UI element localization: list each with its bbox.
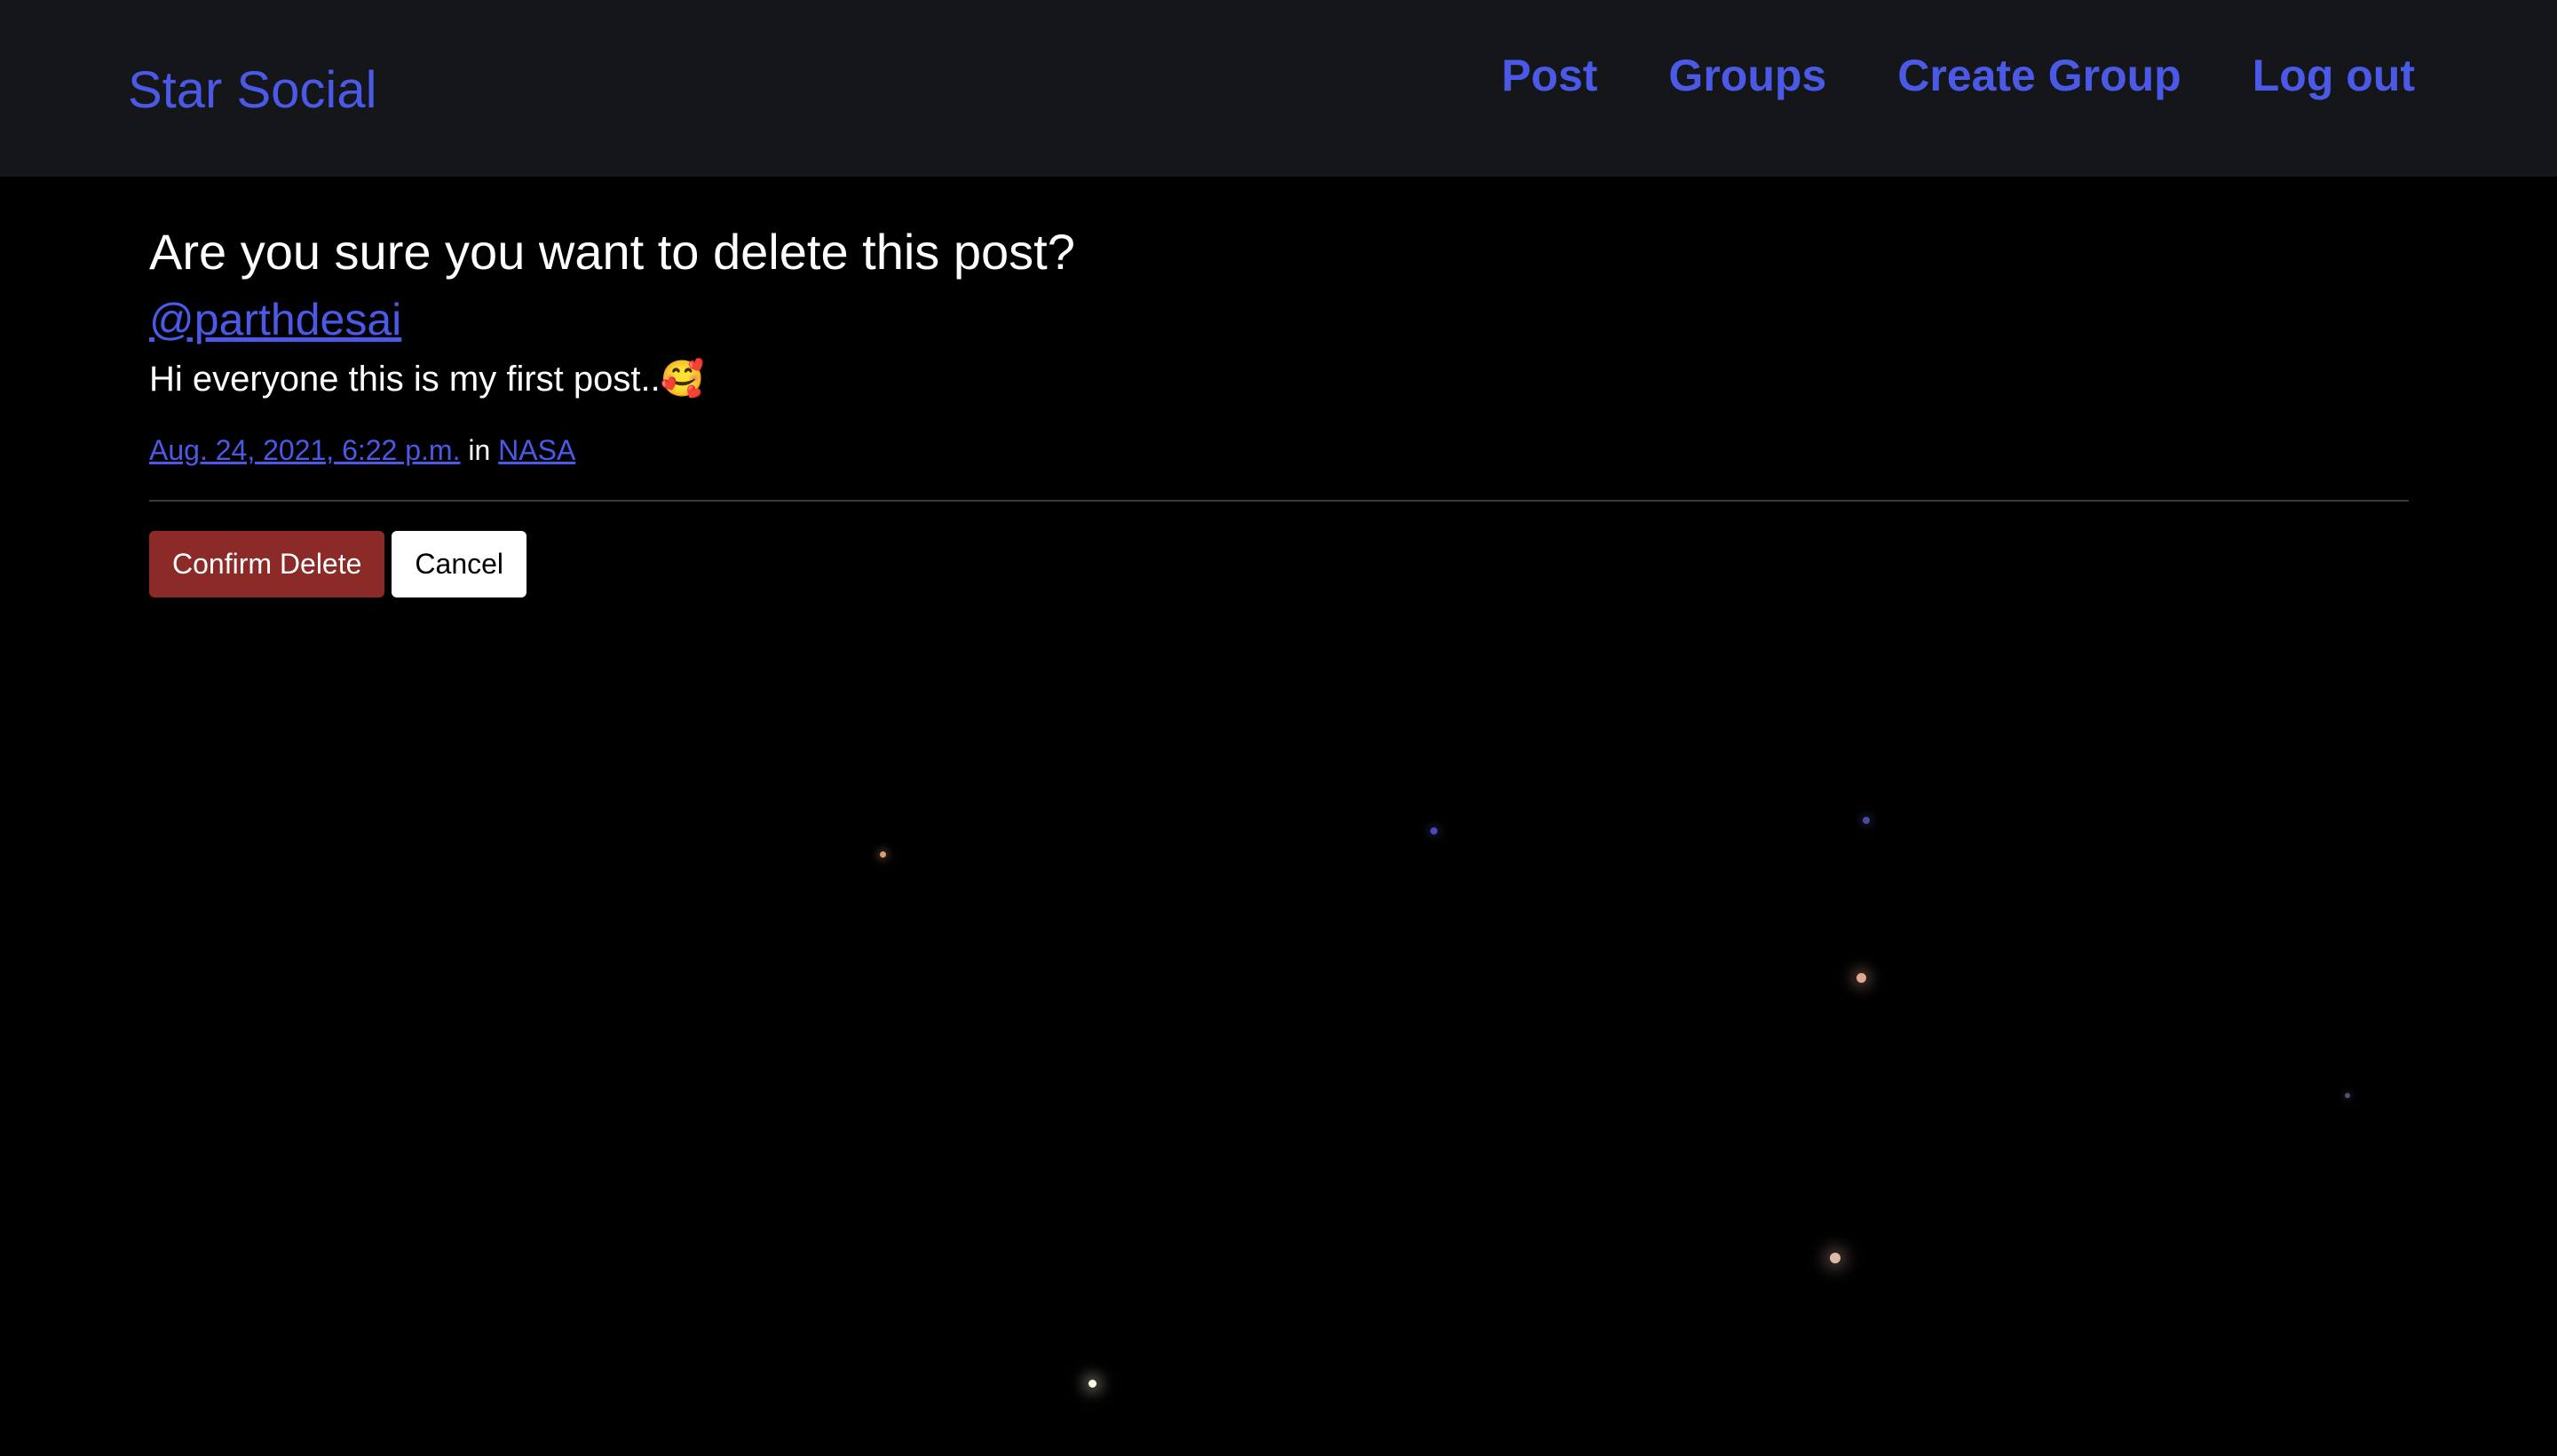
- timestamp-link[interactable]: Aug. 24, 2021, 6:22 p.m.: [149, 434, 460, 466]
- author-link[interactable]: @parthdesai: [149, 290, 401, 349]
- star-decoration: [1089, 1380, 1096, 1388]
- action-buttons: Confirm Delete Cancel: [149, 531, 527, 597]
- star-decoration: [1430, 827, 1437, 835]
- post-message: Hi everyone this is my first post..🥰: [149, 360, 705, 399]
- brand-logo-link[interactable]: Star Social: [128, 55, 376, 126]
- confirm-delete-button[interactable]: Confirm Delete: [149, 531, 385, 597]
- nav-links: Post Groups Create Group Log out: [1501, 44, 2415, 107]
- navbar: Star Social Post Groups Create Group Log…: [0, 0, 2557, 177]
- star-decoration: [1830, 1253, 1841, 1263]
- nav-link-post[interactable]: Post: [1501, 44, 1597, 107]
- nav-link-create-group[interactable]: Create Group: [1897, 44, 2181, 107]
- nav-link-log-out[interactable]: Log out: [2252, 44, 2415, 107]
- star-decoration: [2345, 1093, 2350, 1098]
- page-title: Are you sure you want to delete this pos…: [149, 224, 1075, 280]
- post-meta: Aug. 24, 2021, 6:22 p.m. in NASA: [149, 431, 575, 470]
- cancel-button[interactable]: Cancel: [392, 531, 527, 597]
- group-link[interactable]: NASA: [498, 434, 575, 466]
- meta-in-text: in: [468, 434, 491, 466]
- divider: [149, 500, 2409, 502]
- star-decoration: [1856, 973, 1866, 983]
- star-decoration: [1863, 817, 1870, 824]
- star-decoration: [880, 851, 886, 858]
- nav-link-groups[interactable]: Groups: [1668, 44, 1826, 107]
